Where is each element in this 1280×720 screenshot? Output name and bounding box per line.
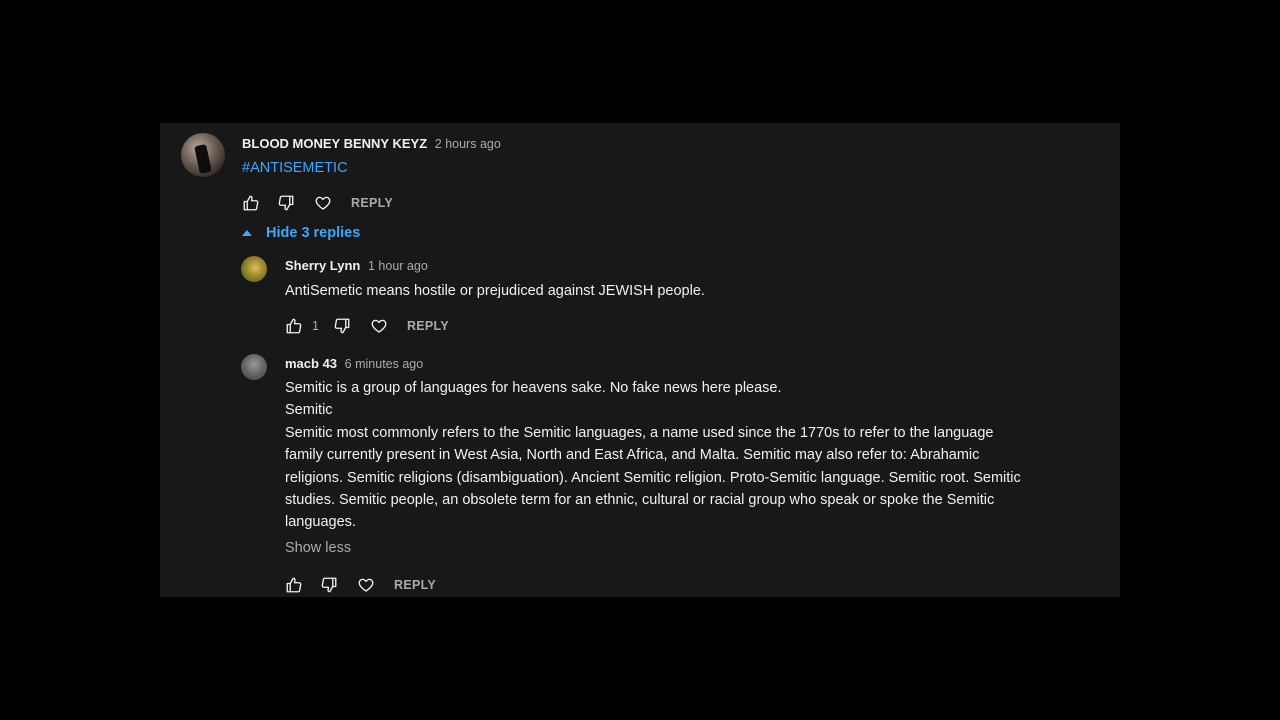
- avatar[interactable]: [241, 256, 267, 282]
- thumb-down-icon[interactable]: [333, 317, 351, 335]
- thumb-down-icon[interactable]: [320, 576, 338, 594]
- reply-header: Sherry Lynn 1 hour ago: [285, 258, 428, 273]
- comment-actions: REPLY: [242, 193, 393, 213]
- timestamp[interactable]: 6 minutes ago: [345, 357, 424, 371]
- reply-text-line: family currently present in West Asia, N…: [285, 447, 980, 464]
- avatar[interactable]: [181, 133, 225, 177]
- author-name[interactable]: Sherry Lynn: [285, 258, 360, 273]
- comment-text[interactable]: #ANTISEMETIC: [242, 157, 348, 179]
- reply-button[interactable]: REPLY: [407, 319, 449, 333]
- like-count: 1: [312, 319, 319, 333]
- timestamp[interactable]: 1 hour ago: [368, 259, 428, 273]
- heart-icon[interactable]: [314, 194, 332, 212]
- reply-text: AntiSemetic means hostile or prejudiced …: [285, 283, 705, 299]
- reply-button[interactable]: REPLY: [394, 578, 436, 592]
- reply-actions: REPLY: [285, 575, 436, 595]
- comment-header: BLOOD MONEY BENNY KEYZ 2 hours ago: [242, 136, 501, 151]
- thumb-up-icon[interactable]: [285, 317, 303, 335]
- avatar[interactable]: [241, 354, 267, 380]
- thumb-up-icon[interactable]: [285, 576, 303, 594]
- reply-button[interactable]: REPLY: [351, 196, 393, 210]
- thumb-up-icon[interactable]: [242, 194, 260, 212]
- heart-icon[interactable]: [357, 576, 375, 594]
- reply-text-line: Semitic is a group of languages for heav…: [285, 380, 782, 396]
- reply-text-line: studies. Semitic people, an obsolete ter…: [285, 492, 995, 509]
- reply-text: Semitic is a group of languages for heav…: [285, 377, 1105, 534]
- timestamp[interactable]: 2 hours ago: [435, 137, 501, 151]
- reply-text-line: Semitic most commonly refers to the Semi…: [285, 424, 994, 441]
- author-name[interactable]: macb 43: [285, 356, 337, 371]
- heart-icon[interactable]: [370, 317, 388, 335]
- author-name[interactable]: BLOOD MONEY BENNY KEYZ: [242, 136, 427, 151]
- reply-actions: 1 REPLY: [285, 316, 449, 336]
- reply-header: macb 43 6 minutes ago: [285, 356, 423, 371]
- thumb-down-icon[interactable]: [277, 194, 295, 212]
- reply-text-line: religions. Semitic religions (disambigua…: [285, 469, 1021, 486]
- comments-panel: BLOOD MONEY BENNY KEYZ 2 hours ago #ANTI…: [160, 123, 1120, 597]
- caret-up-icon: [242, 230, 252, 236]
- hide-replies-button[interactable]: Hide 3 replies: [242, 225, 360, 241]
- show-less-button[interactable]: Show less: [285, 540, 351, 556]
- reply-text-line: Semitic: [285, 402, 333, 419]
- hide-replies-label: Hide 3 replies: [266, 225, 361, 241]
- reply-text-line: languages.: [285, 514, 356, 531]
